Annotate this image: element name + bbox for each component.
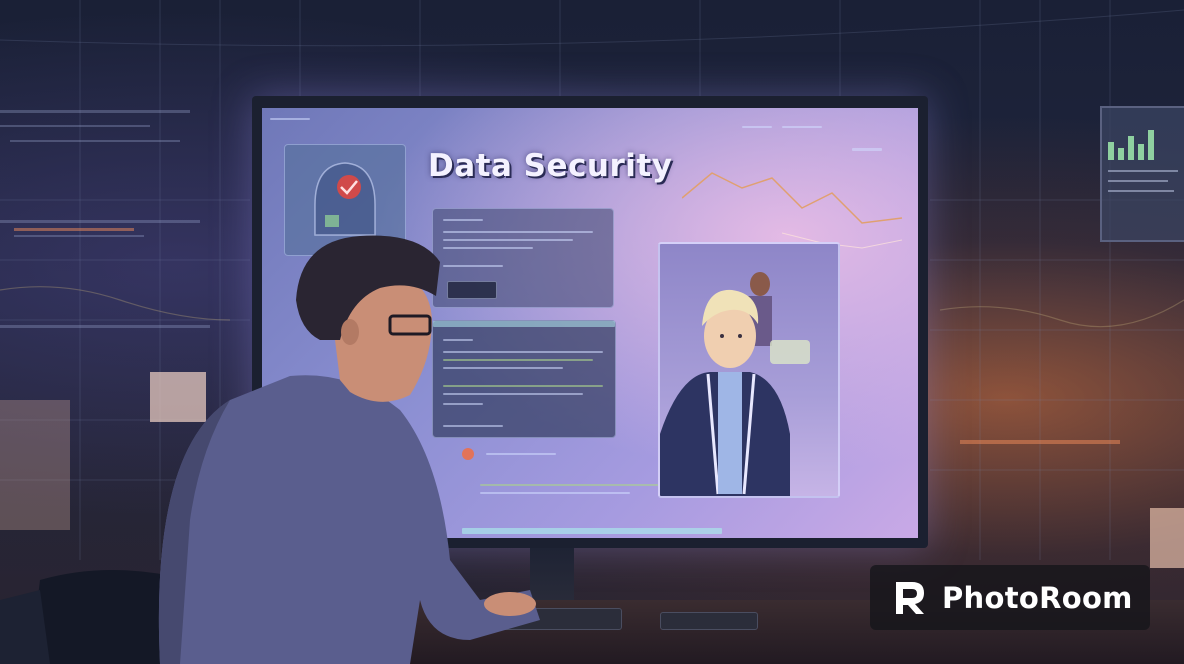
text-line [443,351,603,353]
text-line [443,385,603,387]
keyboard-right [660,612,758,630]
text-line [443,231,593,233]
text-line [443,367,563,369]
topbar-text-line [782,126,822,128]
topbar-text-line [270,118,310,120]
screen-topbar [262,108,918,151]
monitor-screen: Data Security [262,108,918,538]
page-title: Data Security [428,148,673,184]
profile-image-card [658,242,840,498]
text-line [480,492,630,494]
progress-strip [462,528,722,534]
text-line [443,403,483,405]
photoroom-logo-icon [896,581,924,614]
text-line [480,484,660,486]
text-line [443,239,573,241]
card-header-bar [433,321,615,327]
people-illustration [660,272,810,496]
bar-graphic-icon [1108,130,1178,192]
text-line [443,247,533,249]
scene: Data Security PhotoRoom [0,0,1184,664]
shield-card [284,144,406,256]
info-card-lower [432,320,616,438]
card-button[interactable] [447,281,497,299]
keyboard [500,608,622,630]
photoroom-watermark: PhotoRoom [870,565,1150,630]
text-line [443,359,593,361]
watermark-text: PhotoRoom [942,580,1133,615]
text-line [443,393,583,395]
alert-dot-icon [462,448,474,460]
background-monitor [1100,106,1184,242]
monitor-stand [530,548,574,608]
text-line [443,339,473,341]
text-line [443,425,503,427]
shield-icon [314,162,376,236]
info-card-upper [432,208,614,308]
text-line [486,453,556,455]
text-line [443,219,483,221]
text-line [443,265,503,267]
topbar-text-line [742,126,772,128]
